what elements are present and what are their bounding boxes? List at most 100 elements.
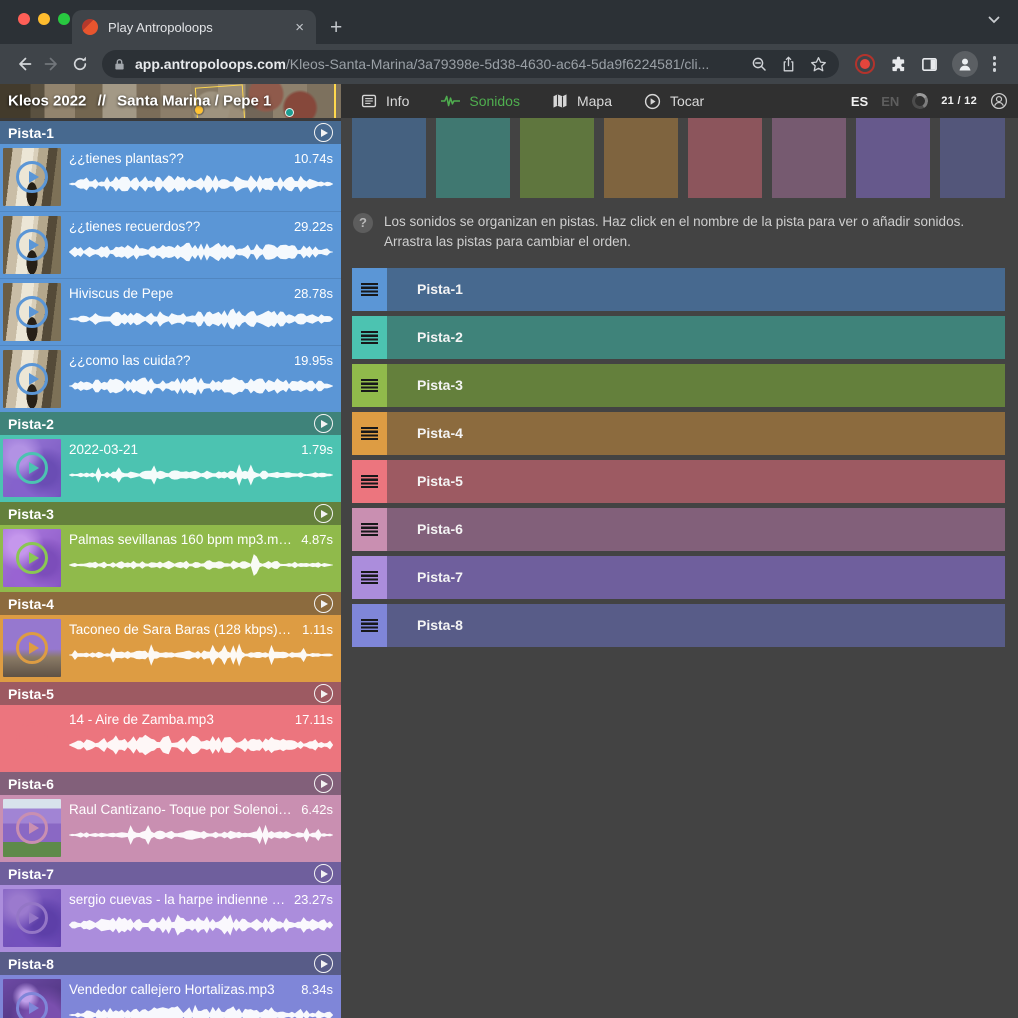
reload-button[interactable] bbox=[66, 50, 94, 78]
waveform[interactable] bbox=[69, 552, 333, 578]
clip-thumbnail[interactable] bbox=[3, 799, 61, 857]
track-play-button[interactable] bbox=[314, 594, 333, 613]
waveform[interactable] bbox=[69, 1002, 333, 1018]
waveform[interactable] bbox=[69, 462, 333, 488]
forward-button[interactable] bbox=[38, 50, 66, 78]
track-header[interactable]: Pista-2 bbox=[0, 412, 341, 435]
audio-clip[interactable]: Raul Cantizano- Toque por Solenoide.mp3 … bbox=[0, 795, 341, 862]
account-icon[interactable] bbox=[990, 92, 1008, 110]
drag-handle[interactable] bbox=[352, 316, 387, 359]
clip-thumbnail[interactable] bbox=[3, 979, 61, 1018]
track-row[interactable]: Pista-5 bbox=[352, 460, 1005, 503]
audio-clip[interactable]: ¿¿como las cuida?? 19.95s bbox=[0, 345, 341, 412]
track-row-body[interactable]: Pista-1 bbox=[387, 268, 1005, 311]
track-color-square[interactable] bbox=[520, 118, 594, 198]
clip-thumbnail[interactable] bbox=[3, 619, 61, 677]
waveform[interactable] bbox=[69, 373, 333, 399]
track-header[interactable]: Pista-1 bbox=[0, 121, 341, 144]
extensions-puzzle-icon[interactable] bbox=[890, 56, 907, 73]
lock-icon[interactable] bbox=[114, 58, 125, 71]
track-row-body[interactable]: Pista-3 bbox=[387, 364, 1005, 407]
waveform[interactable] bbox=[69, 306, 333, 332]
browser-tab[interactable]: Play Antropoloops × bbox=[72, 10, 316, 44]
nav-tocar[interactable]: Tocar bbox=[644, 93, 704, 110]
drag-handle[interactable] bbox=[352, 364, 387, 407]
zoom-out-icon[interactable] bbox=[751, 56, 767, 72]
track-color-square[interactable] bbox=[772, 118, 846, 198]
clip-thumbnail[interactable] bbox=[3, 439, 61, 497]
clip-play-icon[interactable] bbox=[16, 902, 48, 934]
waveform[interactable] bbox=[69, 239, 333, 265]
address-bar[interactable]: app.antropoloops.com /Kleos-Santa-Marina… bbox=[102, 50, 839, 78]
track-play-button[interactable] bbox=[314, 684, 333, 703]
track-play-button[interactable] bbox=[314, 774, 333, 793]
track-play-button[interactable] bbox=[314, 414, 333, 433]
audio-clip[interactable]: Vendedor callejero Hortalizas.mp3 8.34s bbox=[0, 975, 341, 1018]
clip-thumbnail[interactable] bbox=[3, 148, 61, 206]
track-header[interactable]: Pista-4 bbox=[0, 592, 341, 615]
track-row-body[interactable]: Pista-8 bbox=[387, 604, 1005, 647]
track-header[interactable]: Pista-7 bbox=[0, 862, 341, 885]
audio-clip[interactable]: Palmas sevillanas 160 bpm mp3.mp3 4.87s bbox=[0, 525, 341, 592]
audio-clip[interactable]: 14 - Aire de Zamba.mp3 17.11s bbox=[0, 705, 341, 772]
track-header[interactable]: Pista-5 bbox=[0, 682, 341, 705]
track-row-body[interactable]: Pista-4 bbox=[387, 412, 1005, 455]
waveform[interactable] bbox=[69, 822, 333, 848]
record-extension-icon[interactable] bbox=[855, 54, 875, 74]
track-row[interactable]: Pista-6 bbox=[352, 508, 1005, 551]
tab-close-icon[interactable]: × bbox=[293, 19, 306, 36]
clip-thumbnail[interactable] bbox=[3, 529, 61, 587]
new-tab-button[interactable]: + bbox=[330, 17, 342, 38]
waveform[interactable] bbox=[69, 642, 333, 668]
track-header[interactable]: Pista-8 bbox=[0, 952, 341, 975]
nav-mapa[interactable]: Mapa bbox=[552, 93, 612, 109]
track-play-button[interactable] bbox=[314, 123, 333, 142]
clip-play-icon[interactable] bbox=[16, 542, 48, 574]
clip-thumbnail[interactable] bbox=[3, 283, 61, 341]
waveform[interactable] bbox=[69, 171, 333, 197]
track-row[interactable]: Pista-2 bbox=[352, 316, 1005, 359]
track-play-button[interactable] bbox=[314, 954, 333, 973]
audio-clip[interactable]: ¿¿tienes recuerdos?? 29.22s bbox=[0, 211, 341, 278]
waveform[interactable] bbox=[69, 912, 333, 938]
track-row-body[interactable]: Pista-2 bbox=[387, 316, 1005, 359]
nav-sonidos[interactable]: Sonidos bbox=[441, 93, 520, 109]
audio-clip[interactable]: ¿¿tienes plantas?? 10.74s bbox=[0, 144, 341, 211]
clip-play-icon[interactable] bbox=[16, 161, 48, 193]
zoom-window-button[interactable] bbox=[58, 13, 70, 25]
clip-play-icon[interactable] bbox=[16, 632, 48, 664]
track-row-body[interactable]: Pista-5 bbox=[387, 460, 1005, 503]
clip-play-icon[interactable] bbox=[16, 992, 48, 1018]
track-row[interactable]: Pista-4 bbox=[352, 412, 1005, 455]
track-color-square[interactable] bbox=[436, 118, 510, 198]
track-color-square[interactable] bbox=[604, 118, 678, 198]
lang-en-button[interactable]: EN bbox=[881, 94, 899, 109]
clip-thumbnail[interactable] bbox=[3, 216, 61, 274]
clip-thumbnail[interactable] bbox=[3, 709, 61, 767]
minimize-window-button[interactable] bbox=[38, 13, 50, 25]
track-color-square[interactable] bbox=[688, 118, 762, 198]
bookmark-star-icon[interactable] bbox=[810, 56, 827, 73]
nav-info[interactable]: Info bbox=[361, 93, 409, 109]
clip-play-icon[interactable] bbox=[16, 363, 48, 395]
drag-handle[interactable] bbox=[352, 268, 387, 311]
track-row-body[interactable]: Pista-7 bbox=[387, 556, 1005, 599]
audio-clip[interactable]: Hiviscus de Pepe 28.78s bbox=[0, 278, 341, 345]
clip-play-icon[interactable] bbox=[16, 452, 48, 484]
clip-thumbnail[interactable] bbox=[3, 350, 61, 408]
back-button[interactable] bbox=[10, 50, 38, 78]
track-row[interactable]: Pista-1 bbox=[352, 268, 1005, 311]
drag-handle[interactable] bbox=[352, 508, 387, 551]
track-row[interactable]: Pista-8 bbox=[352, 604, 1005, 647]
track-play-button[interactable] bbox=[314, 504, 333, 523]
audio-clip[interactable]: Taconeo de Sara Baras (128 kbps).mp3 1.1… bbox=[0, 615, 341, 682]
track-row[interactable]: Pista-3 bbox=[352, 364, 1005, 407]
drag-handle[interactable] bbox=[352, 412, 387, 455]
track-color-square[interactable] bbox=[352, 118, 426, 198]
drag-handle[interactable] bbox=[352, 556, 387, 599]
track-row-body[interactable]: Pista-6 bbox=[387, 508, 1005, 551]
clip-play-icon[interactable] bbox=[16, 722, 48, 754]
clip-play-icon[interactable] bbox=[16, 812, 48, 844]
lang-es-button[interactable]: ES bbox=[851, 94, 868, 109]
drag-handle[interactable] bbox=[352, 460, 387, 503]
